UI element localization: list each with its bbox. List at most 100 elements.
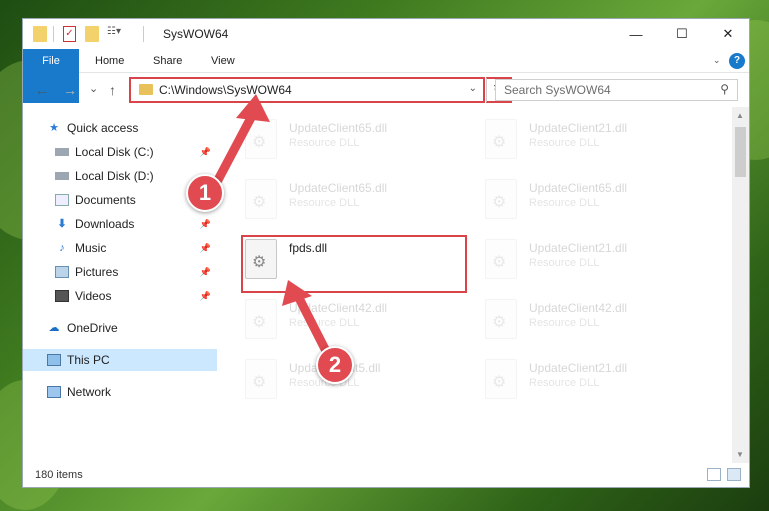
item-count: 180 items (35, 469, 83, 481)
dll-file-icon: ⚙ (245, 359, 277, 399)
folder-icon (139, 84, 153, 95)
gear-icon: ⚙ (492, 134, 507, 151)
file-list: ⚙ UpdateClient65.dll Resource DLL ⚙ Upda… (237, 111, 733, 461)
status-bar: 180 items (23, 463, 749, 487)
tab-view[interactable]: View (199, 49, 247, 73)
explorer-window: ✓ ☷▾ SysWOW64 — ☐ ✕ File Home Share View… (22, 18, 750, 488)
sidebar-item-music[interactable]: ♪ Music 📌 (23, 237, 217, 259)
file-name: UpdateClient65.dll (529, 181, 628, 195)
sidebar-item-network[interactable]: Network (23, 381, 217, 403)
sidebar-item-this-pc[interactable]: This PC (23, 349, 217, 371)
sidebar-item-label: Downloads (75, 217, 135, 231)
file-item[interactable]: ⚙ UpdateClient21.dll Resource DLL (477, 113, 707, 167)
file-type: Resource DLL (289, 137, 360, 149)
file-item[interactable]: ⚙ UpdateClient21.dll Resource DLL (477, 353, 707, 407)
pin-icon[interactable]: 📌 (200, 291, 211, 302)
large-icons-view-icon[interactable] (727, 468, 741, 481)
gear-icon: ⚙ (492, 254, 507, 271)
sidebar-item-onedrive[interactable]: ☁ OneDrive (23, 317, 217, 339)
file-type: Resource DLL (289, 317, 360, 329)
dll-file-icon: ⚙ (485, 359, 517, 399)
network-icon (47, 386, 61, 398)
details-view-icon[interactable] (707, 468, 721, 481)
file-name: UpdateClient21.dll (529, 241, 628, 255)
pin-icon[interactable]: 📌 (200, 267, 211, 278)
file-type: Resource DLL (529, 377, 600, 389)
navigation-pane: ★ Quick access Local Disk (C:) 📌 Local D… (23, 111, 217, 451)
sidebar-item-videos[interactable]: Videos 📌 (23, 285, 217, 307)
close-button[interactable]: ✕ (705, 19, 749, 49)
navigation-bar: ← → ⌄ ↑ C:\Windows\SysWOW64 ⌄ ↻ Search S… (23, 75, 749, 105)
file-type: Resource DLL (529, 257, 600, 269)
gear-icon: ⚙ (252, 194, 267, 211)
separator (143, 26, 144, 42)
dll-file-icon: ⚙ (245, 179, 277, 219)
file-item[interactable]: ⚙ UpdateClient65.dll Resource DLL (237, 173, 467, 227)
folder-icon (33, 26, 47, 42)
gear-icon: ⚙ (492, 314, 507, 331)
file-highlight-box (241, 235, 467, 293)
search-input[interactable]: Search SysWOW64 (504, 83, 611, 97)
file-item[interactable]: ⚙ UpdateClient65.dll Resource DLL (477, 173, 707, 227)
pin-icon[interactable]: 📌 (200, 243, 211, 254)
pictures-icon (55, 266, 69, 278)
file-type: Resource DLL (529, 137, 600, 149)
title-bar: ✓ ☷▾ SysWOW64 — ☐ ✕ (23, 19, 749, 49)
pin-icon[interactable]: 📌 (200, 219, 211, 230)
dll-file-icon: ⚙ (485, 179, 517, 219)
file-item[interactable]: ⚙ UpdateClient21.dll Resource DLL (477, 233, 707, 287)
minimize-button[interactable]: — (613, 19, 659, 49)
sidebar-item-pictures[interactable]: Pictures 📌 (23, 261, 217, 283)
forward-arrow-icon[interactable]: → (63, 82, 77, 98)
sidebar-item-label: Network (67, 385, 112, 399)
file-name: UpdateClient65.dll (289, 181, 388, 195)
scroll-down-icon[interactable]: ▼ (736, 450, 744, 459)
callout-2: 2 (316, 346, 354, 384)
new-folder-icon[interactable] (85, 26, 99, 42)
back-arrow-icon[interactable]: ← (35, 82, 49, 98)
tab-share[interactable]: Share (141, 49, 194, 73)
help-icon[interactable]: ? (729, 53, 745, 69)
documents-icon (55, 194, 69, 206)
search-icon[interactable]: ⚲ (720, 82, 729, 96)
sidebar-item-label: Local Disk (C:) (75, 145, 154, 159)
sidebar-item-downloads[interactable]: ⬇ Downloads 📌 (23, 213, 217, 235)
file-type: Resource DLL (289, 197, 360, 209)
dll-file-icon: ⚙ (485, 119, 517, 159)
gear-icon: ⚙ (252, 374, 267, 391)
cloud-icon: ☁ (48, 322, 60, 334)
recent-locations-icon[interactable]: ⌄ (89, 82, 98, 95)
chevron-down-icon[interactable]: ⌄ (469, 83, 477, 94)
customize-toolbar-icon[interactable]: ☷▾ (107, 26, 131, 42)
file-type: Resource DLL (529, 197, 600, 209)
sidebar-item-quick-access[interactable]: ★ Quick access (23, 117, 217, 139)
callout-1: 1 (186, 174, 224, 212)
scrollbar-thumb[interactable] (735, 127, 746, 177)
sidebar-item-label: Local Disk (D:) (75, 169, 154, 183)
file-name: UpdateClient42.dll (529, 301, 628, 315)
maximize-button[interactable]: ☐ (659, 19, 705, 49)
pin-icon[interactable]: 📌 (200, 147, 211, 158)
drive-icon (55, 148, 69, 156)
dll-file-icon: ⚙ (245, 299, 277, 339)
up-arrow-icon[interactable]: ↑ (109, 82, 116, 98)
file-item[interactable]: ⚙ UpdateClient42.dll Resource DLL (237, 293, 467, 347)
search-box[interactable]: Search SysWOW64 ⚲ (495, 79, 738, 101)
address-bar[interactable]: C:\Windows\SysWOW64 ⌄ (129, 77, 485, 103)
sidebar-item-label: Documents (75, 193, 136, 207)
file-item[interactable]: ⚙ UpdateClient65.dll Resource DLL (237, 113, 467, 167)
sidebar-item-label: Videos (75, 289, 112, 303)
vertical-scrollbar[interactable]: ▲ ▼ (732, 107, 749, 463)
music-icon: ♪ (59, 242, 65, 254)
file-name: UpdateClient42.dll (289, 301, 388, 315)
tab-home[interactable]: Home (83, 49, 136, 73)
download-icon: ⬇ (57, 218, 67, 230)
sidebar-item-local-disk-c[interactable]: Local Disk (C:) 📌 (23, 141, 217, 163)
expand-ribbon-icon[interactable]: ⌄ (713, 55, 723, 65)
address-path[interactable]: C:\Windows\SysWOW64 (159, 83, 292, 97)
scroll-up-icon[interactable]: ▲ (736, 111, 744, 120)
sidebar-item-label: This PC (67, 353, 110, 367)
file-item[interactable]: ⚙ UpdateClient42.dll Resource DLL (477, 293, 707, 347)
properties-icon[interactable]: ✓ (63, 26, 76, 42)
gear-icon: ⚙ (252, 134, 267, 151)
